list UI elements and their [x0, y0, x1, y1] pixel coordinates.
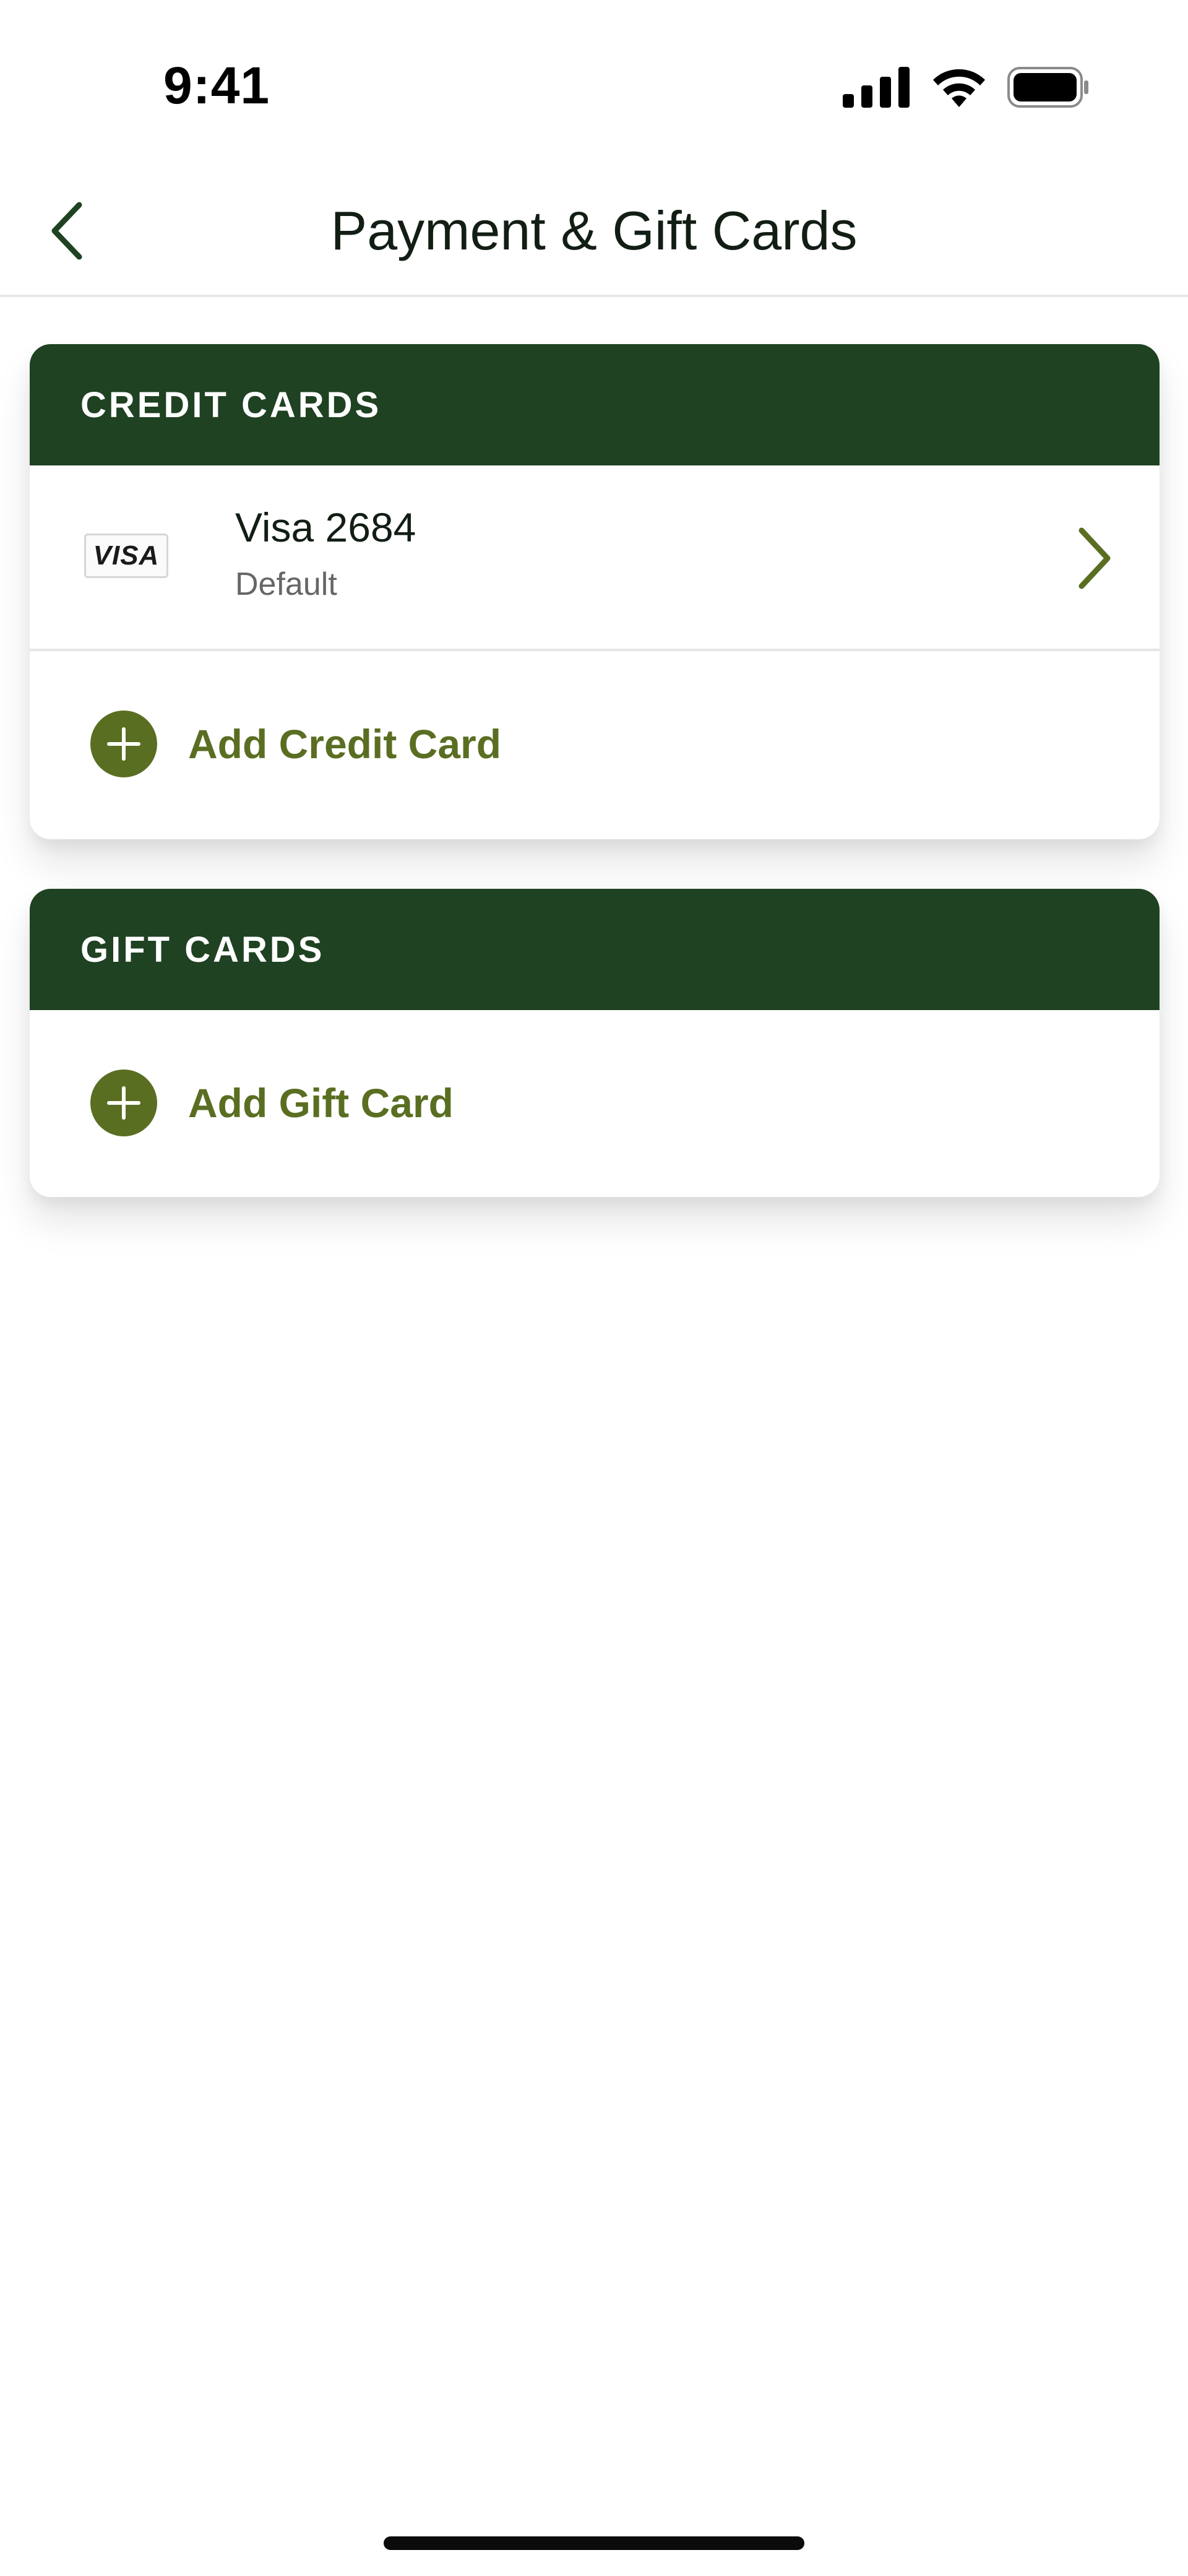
nav-header: Payment & Gift Cards [0, 161, 1188, 297]
visa-logo: VISA [84, 534, 168, 578]
credit-cards-section: CREDIT CARDS VISA Visa 2684 Default Add … [30, 344, 1160, 839]
status-icons [843, 66, 1089, 111]
chevron-right-icon [1073, 524, 1116, 592]
credit-card-name: Visa 2684 [235, 504, 416, 550]
credit-cards-label: CREDIT CARDS [80, 384, 382, 425]
credit-card-row-visa[interactable]: VISA Visa 2684 Default [30, 465, 1160, 651]
status-time: 9:41 [163, 56, 270, 115]
home-indicator[interactable] [384, 2536, 804, 2550]
gift-cards-label: GIFT CARDS [80, 929, 325, 970]
status-bar: 9:41 [0, 0, 1188, 161]
add-credit-card-label: Add Credit Card [188, 721, 502, 767]
battery-icon [1007, 66, 1089, 111]
signal-icon [843, 66, 911, 111]
add-gift-card-button[interactable]: Add Gift Card [30, 1010, 1160, 1196]
add-credit-card-button[interactable]: Add Credit Card [30, 651, 1160, 837]
plus-circle-icon [90, 711, 157, 777]
credit-card-default-label: Default [235, 566, 337, 602]
gift-cards-header: GIFT CARDS [30, 889, 1160, 1010]
add-gift-card-label: Add Gift Card [188, 1080, 454, 1126]
gift-cards-section: GIFT CARDS Add Gift Card [30, 889, 1160, 1197]
page-title: Payment & Gift Cards [330, 200, 858, 261]
credit-cards-header: CREDIT CARDS [30, 344, 1160, 465]
wifi-icon [929, 66, 989, 111]
plus-circle-icon [90, 1070, 157, 1136]
